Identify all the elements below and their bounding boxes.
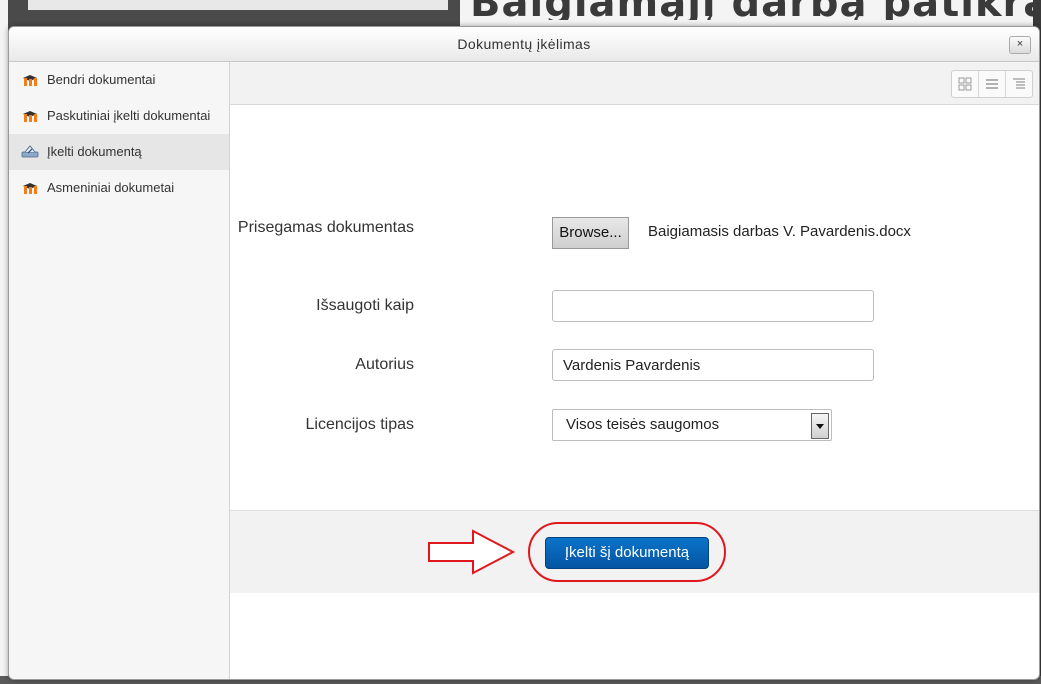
sidebar-item-label: Paskutiniai įkelti dokumentai — [47, 108, 211, 123]
license-label: Licencijos tipas — [305, 416, 415, 433]
moodle-icon — [23, 111, 37, 122]
sidebar-item-upload[interactable]: Įkelti dokumentą — [9, 134, 229, 170]
sidebar-item-label: Įkelti dokumentą — [47, 144, 142, 159]
icons-view-button[interactable] — [952, 71, 979, 97]
sidebar-item-label: Asmeniniai dokumetai — [47, 180, 175, 195]
background-left-panel — [28, 0, 448, 10]
moodle-icon — [23, 183, 37, 194]
background-page-title: Baigiamąjį darbą patikra — [470, 0, 1041, 20]
icons-view-icon — [958, 77, 972, 91]
dialog-header: Dokumentų įkėlimas × — [9, 27, 1039, 62]
upload-panel: Prisegamas dokumentas Browse... Baigiama… — [230, 62, 1039, 679]
moodle-icon — [23, 75, 37, 86]
license-select[interactable]: Visos teisės saugomos — [552, 409, 832, 441]
browse-button[interactable]: Browse... — [552, 217, 629, 249]
upload-icon — [21, 145, 39, 158]
sidebar-item-label: Bendri dokumentai — [47, 72, 156, 87]
author-input[interactable] — [552, 349, 874, 381]
sidebar-item-private-files[interactable]: Asmeniniai dokumetai — [9, 170, 229, 206]
list-view-button[interactable] — [979, 71, 1006, 97]
close-button[interactable]: × — [1009, 36, 1031, 54]
selected-file-name: Baigiamasis darbas V. Pavardenis.docx — [648, 223, 911, 240]
tree-view-icon — [1013, 78, 1025, 89]
license-select-value: Visos teisės saugomos — [566, 416, 720, 433]
attachment-label: Prisegamas dokumentas — [237, 219, 414, 236]
tree-view-button[interactable] — [1006, 71, 1032, 97]
repository-sidebar: Bendri dokumentai Paskutiniai įkelti dok… — [9, 62, 230, 679]
view-switcher — [951, 70, 1033, 98]
sidebar-item-shared-files[interactable]: Bendri dokumentai — [9, 62, 229, 98]
upload-file-button[interactable]: Įkelti šį dokumentą — [545, 537, 709, 569]
save-as-input[interactable] — [552, 290, 874, 322]
chevron-down-icon[interactable] — [811, 413, 829, 439]
red-arrow-annotation-icon — [428, 529, 516, 575]
file-picker-dialog: Dokumentų įkėlimas × Bendri dokumentai P… — [8, 26, 1040, 680]
author-label: Autorius — [355, 356, 414, 373]
sidebar-item-recent-files[interactable]: Paskutiniai įkelti dokumentai — [9, 98, 229, 134]
save-as-label: Išsaugoti kaip — [316, 297, 414, 314]
form-footer: Įkelti šį dokumentą — [230, 510, 1039, 593]
view-toolbar — [230, 62, 1039, 105]
dialog-title: Dokumentų įkėlimas — [457, 36, 591, 52]
list-view-icon — [986, 79, 998, 89]
